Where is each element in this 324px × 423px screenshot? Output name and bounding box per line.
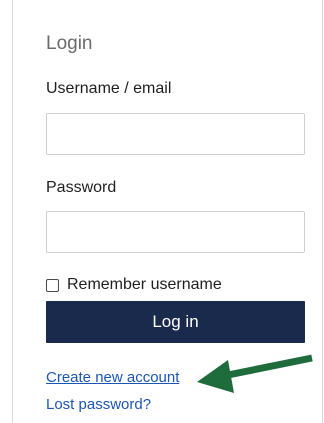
password-label: Password — [46, 179, 117, 196]
remember-username-label[interactable]: Remember username — [67, 276, 222, 294]
login-panel: Login Username / email Password Remember… — [12, 0, 323, 423]
password-input[interactable] — [46, 211, 305, 253]
remember-username-checkbox[interactable] — [46, 278, 59, 292]
login-button[interactable]: Log in — [46, 301, 305, 343]
login-title: Login — [46, 33, 93, 54]
create-account-link[interactable]: Create new account — [46, 369, 179, 386]
username-input[interactable] — [46, 113, 305, 155]
lost-password-link[interactable]: Lost password? — [46, 396, 151, 413]
remember-username-row[interactable]: Remember username — [46, 276, 222, 294]
username-label: Username / email — [46, 80, 172, 97]
